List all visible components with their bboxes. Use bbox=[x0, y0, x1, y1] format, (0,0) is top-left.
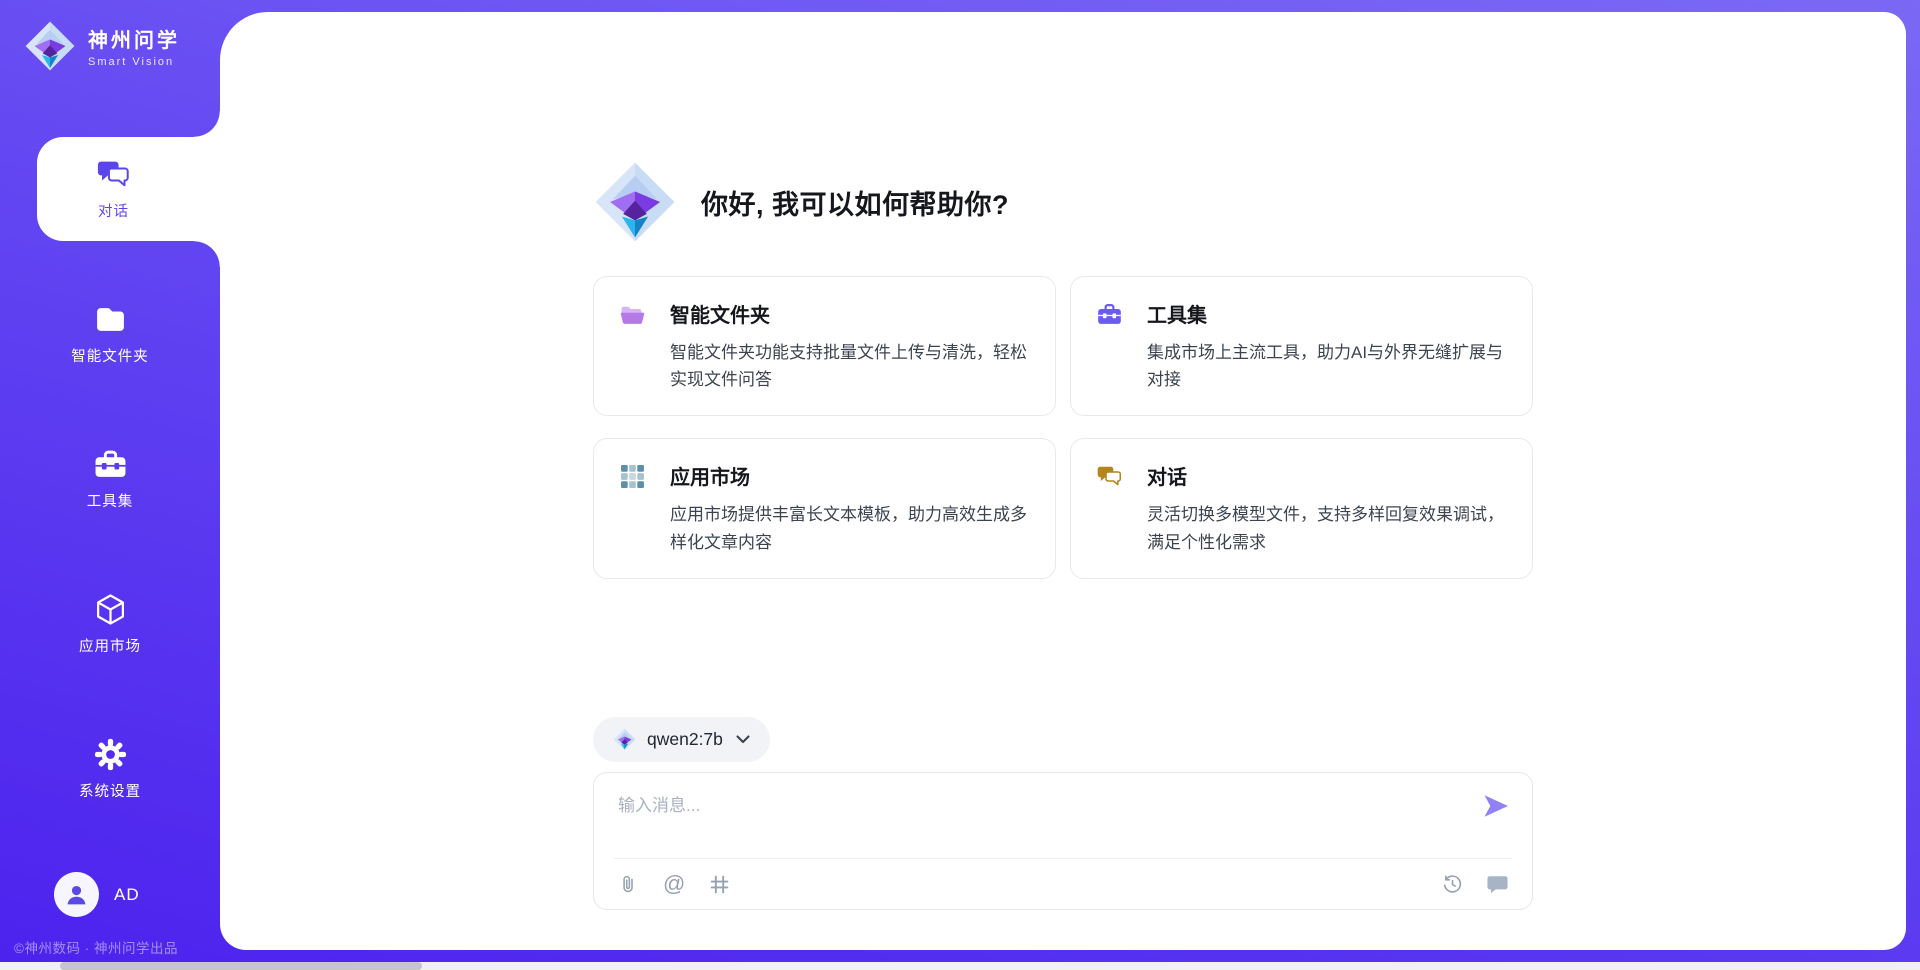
composer-toolbar: @ bbox=[618, 859, 1508, 909]
chat-bubbles-icon bbox=[1097, 464, 1122, 489]
card-chat[interactable]: 对话 灵活切换多模型文件，支持多样回复效果调试，满足个性化需求 bbox=[1070, 438, 1533, 578]
content-column: 你好, 我可以如何帮助你? 智能文件夹 智能文件夹功能支持批量文件上传与清洗，轻… bbox=[593, 12, 1533, 950]
card-app-market[interactable]: 应用市场 应用市场提供丰富长文本模板，助力高效生成多样化文章内容 bbox=[593, 438, 1056, 578]
history-button[interactable] bbox=[1442, 874, 1463, 895]
card-toolset[interactable]: 工具集 集成市场上主流工具，助力AI与外界无缝扩展与对接 bbox=[1070, 276, 1533, 416]
person-icon bbox=[64, 882, 89, 907]
card-description: 应用市场提供丰富长文本模板，助力高效生成多样化文章内容 bbox=[670, 501, 1037, 555]
horizontal-scrollbar bbox=[0, 962, 1920, 970]
message-input-card: @ bbox=[593, 772, 1533, 910]
toolbox-icon bbox=[94, 448, 127, 481]
diamond-logo-icon bbox=[24, 20, 76, 72]
topic-button[interactable] bbox=[709, 874, 730, 895]
card-title: 应用市场 bbox=[670, 461, 1037, 490]
model-selector[interactable]: qwen2:7b bbox=[593, 717, 770, 762]
app-grid-icon bbox=[620, 464, 645, 489]
scrollbar-thumb[interactable] bbox=[60, 962, 422, 970]
card-title: 智能文件夹 bbox=[670, 299, 1037, 328]
card-title: 工具集 bbox=[1147, 299, 1514, 328]
folder-open-icon bbox=[620, 302, 645, 327]
attach-button[interactable] bbox=[618, 874, 639, 895]
chevron-down-icon bbox=[736, 735, 750, 744]
history-icon bbox=[1442, 874, 1463, 895]
main-panel: 你好, 我可以如何帮助你? 智能文件夹 智能文件夹功能支持批量文件上传与清洗，轻… bbox=[220, 12, 1906, 950]
gear-icon bbox=[94, 738, 127, 771]
sidebar-item-label: 智能文件夹 bbox=[71, 345, 149, 366]
card-description: 智能文件夹功能支持批量文件上传与清洗，轻松实现文件问答 bbox=[670, 339, 1037, 393]
sidebar-item-chat[interactable]: 对话 bbox=[37, 137, 220, 241]
sidebar-footer-text: ©神州数码 · 神州问学出品 bbox=[14, 937, 178, 957]
chat-bubble-icon bbox=[1487, 874, 1508, 895]
card-smart-folder[interactable]: 智能文件夹 智能文件夹功能支持批量文件上传与清洗，轻松实现文件问答 bbox=[593, 276, 1056, 416]
brand-name: 神州问学 bbox=[88, 24, 180, 53]
sidebar-item-label: 应用市场 bbox=[79, 635, 141, 656]
greeting: 你好, 我可以如何帮助你? bbox=[593, 160, 1533, 244]
user-initials: AD bbox=[114, 885, 140, 905]
sidebar-item-smart-folder[interactable]: 智能文件夹 bbox=[0, 282, 220, 386]
at-sign-icon: @ bbox=[663, 873, 685, 895]
diamond-logo-icon bbox=[593, 160, 677, 244]
sidebar-item-toolset[interactable]: 工具集 bbox=[0, 427, 220, 531]
cube-icon bbox=[94, 593, 127, 626]
toolbox-icon bbox=[1097, 302, 1122, 327]
chat-bubbles-icon bbox=[97, 158, 130, 191]
avatar bbox=[54, 872, 99, 917]
sidebar-item-label: 系统设置 bbox=[79, 780, 141, 801]
sidebar-item-label: 对话 bbox=[98, 200, 129, 221]
sidebar: 神州问学 Smart Vision 对话 智能文件夹 工具集 应用市场 系统设置 bbox=[0, 0, 220, 970]
model-name: qwen2:7b bbox=[647, 729, 723, 750]
sidebar-item-label: 工具集 bbox=[87, 490, 134, 511]
sidebar-item-app-market[interactable]: 应用市场 bbox=[0, 572, 220, 676]
composer-toolbar-right bbox=[1442, 874, 1508, 895]
composer: qwen2:7b @ bbox=[593, 717, 1533, 910]
hash-icon bbox=[709, 874, 730, 895]
card-description: 集成市场上主流工具，助力AI与外界无缝扩展与对接 bbox=[1147, 339, 1514, 393]
app-screen: 神州问学 Smart Vision 对话 智能文件夹 工具集 应用市场 系统设置 bbox=[0, 0, 1920, 970]
composer-toolbar-left: @ bbox=[618, 873, 730, 895]
sidebar-item-settings[interactable]: 系统设置 bbox=[0, 717, 220, 821]
user-profile[interactable]: AD bbox=[54, 872, 140, 917]
send-icon bbox=[1482, 793, 1510, 819]
card-title: 对话 bbox=[1147, 461, 1514, 490]
message-input[interactable] bbox=[616, 789, 1462, 851]
quick-chat-button[interactable] bbox=[1487, 874, 1508, 895]
brand: 神州问学 Smart Vision bbox=[24, 20, 180, 72]
brand-text: 神州问学 Smart Vision bbox=[88, 24, 180, 68]
folder-icon bbox=[94, 303, 127, 336]
diamond-logo-icon bbox=[613, 728, 636, 751]
mention-button[interactable]: @ bbox=[663, 873, 685, 895]
greeting-text: 你好, 我可以如何帮助你? bbox=[701, 183, 1009, 222]
paperclip-icon bbox=[618, 874, 639, 895]
brand-subtitle: Smart Vision bbox=[88, 56, 180, 68]
card-description: 灵活切换多模型文件，支持多样回复效果调试，满足个性化需求 bbox=[1147, 501, 1514, 555]
send-button[interactable] bbox=[1482, 793, 1510, 819]
feature-cards: 智能文件夹 智能文件夹功能支持批量文件上传与清洗，轻松实现文件问答 工具集 集成… bbox=[593, 276, 1533, 579]
